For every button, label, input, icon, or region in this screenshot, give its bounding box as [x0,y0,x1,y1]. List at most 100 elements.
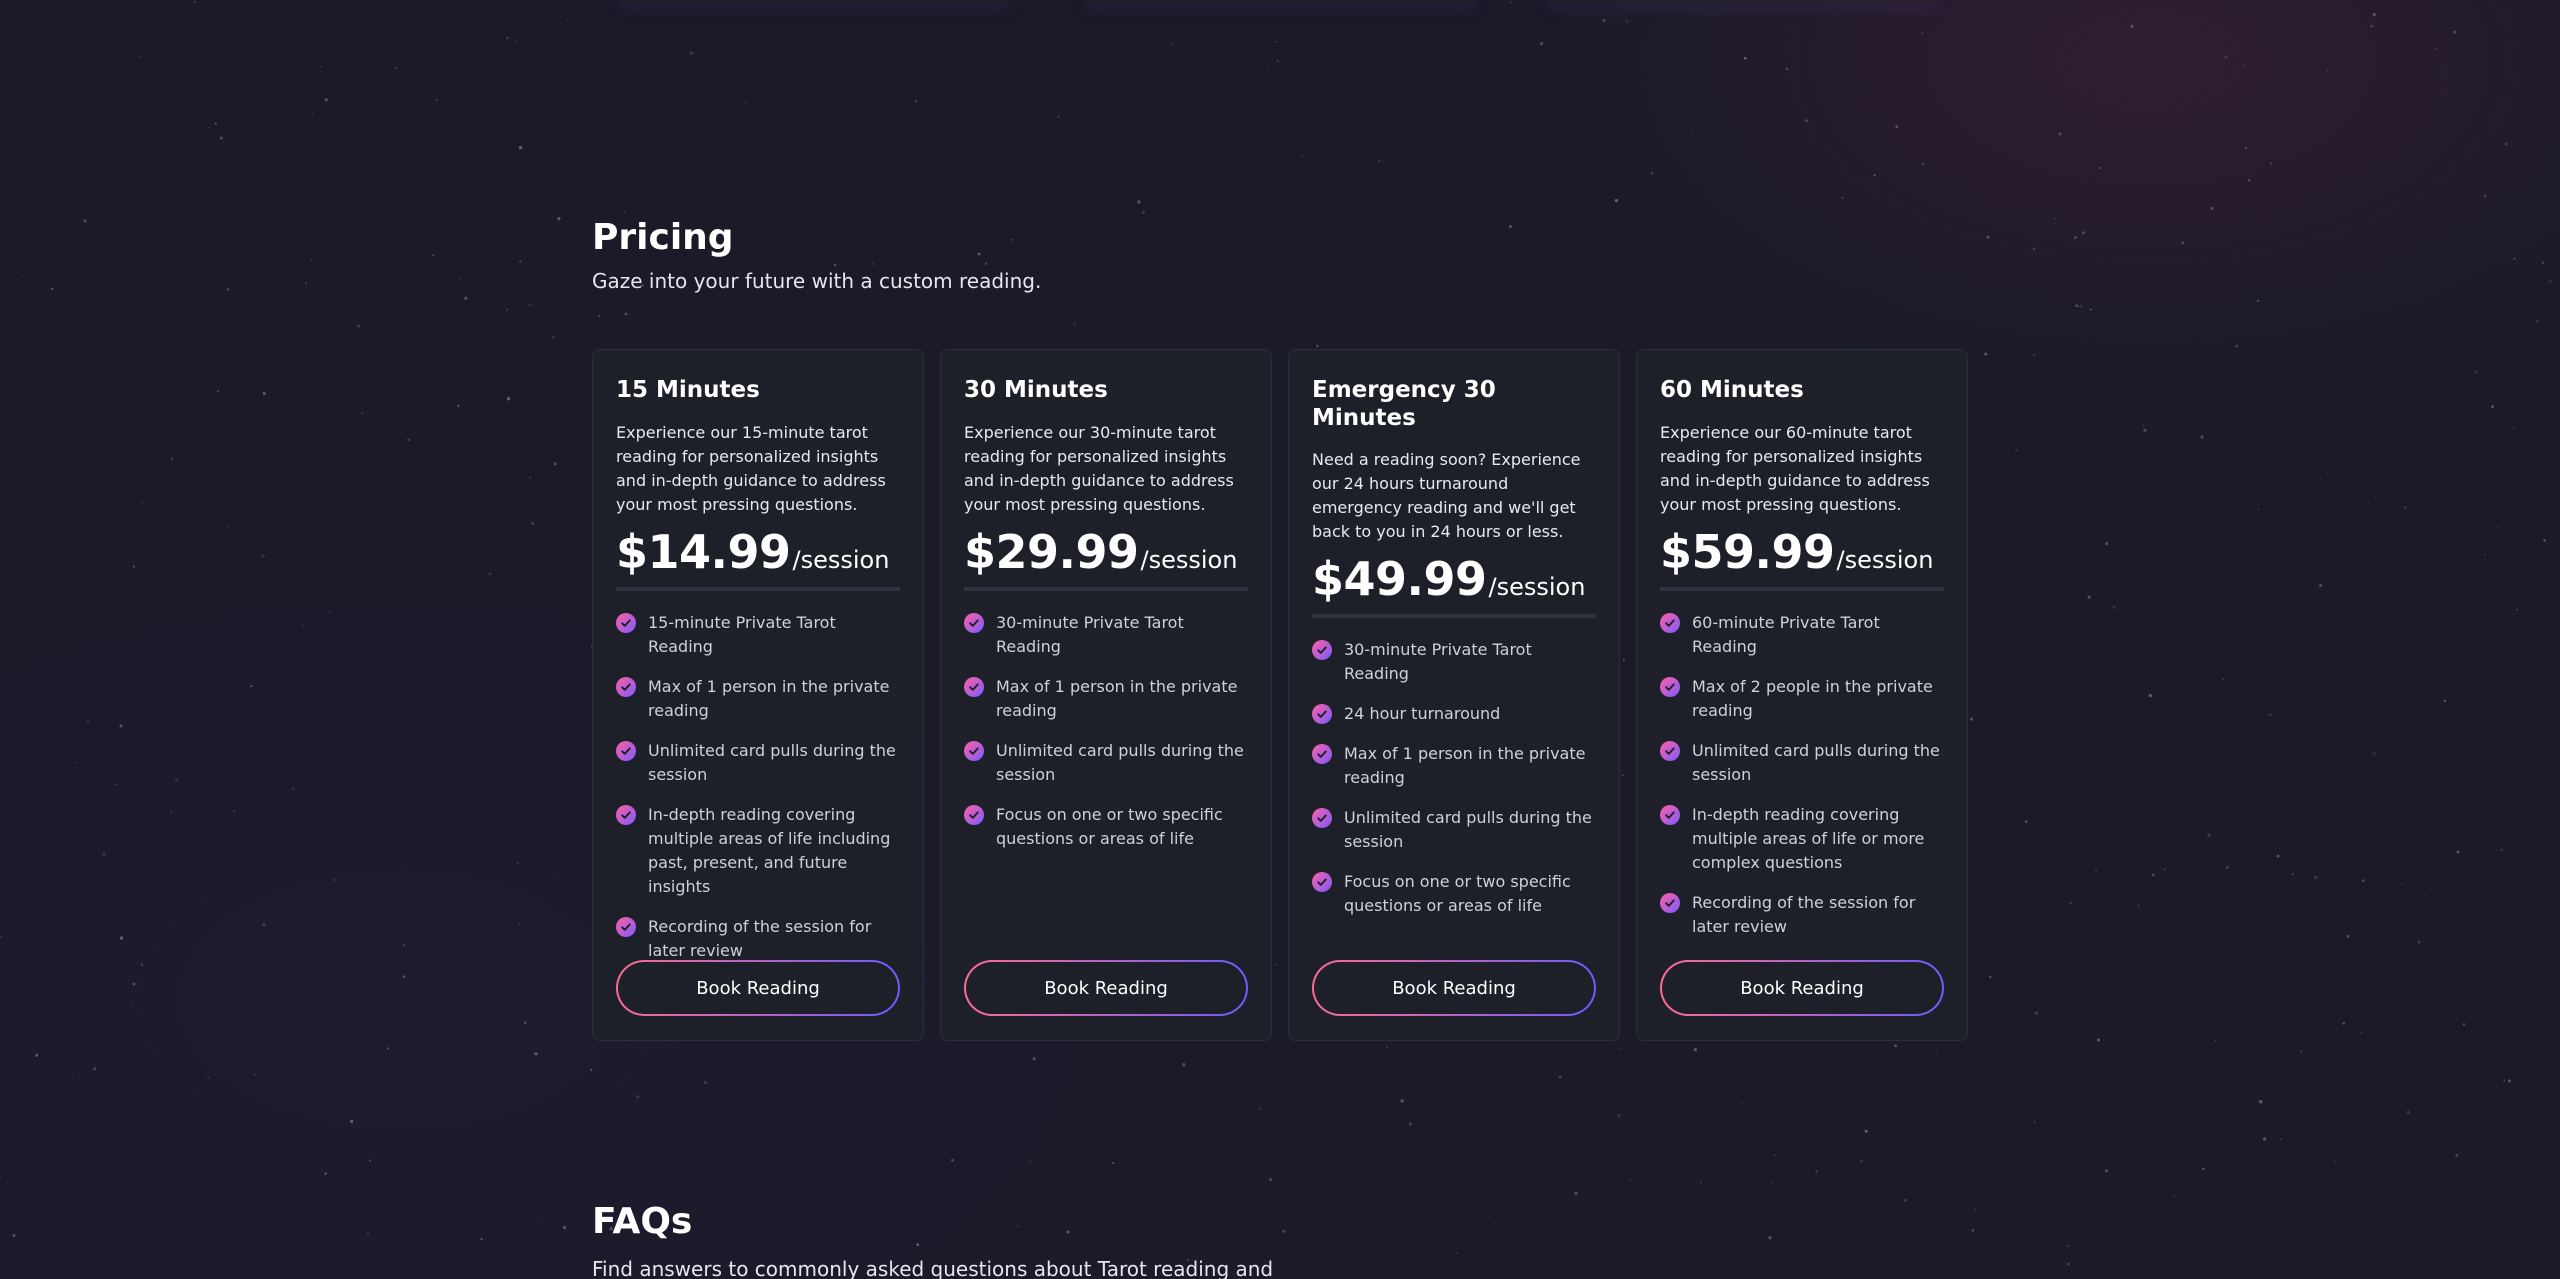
star [93,1067,97,1071]
star [2105,541,2109,546]
star [0,666,1,669]
feature-item: Max of 2 people in the private reading [1660,675,1944,723]
star [2202,1167,2205,1170]
feature-item: In-depth reading covering multiple areas… [1660,803,1944,875]
star [83,219,87,223]
star [2513,257,2516,260]
star [529,476,531,479]
star [1650,172,1653,175]
star [1137,200,1141,204]
star [531,522,534,525]
star [2372,751,2376,756]
check-circle-icon [1312,704,1332,725]
star [2151,853,2153,855]
star [1456,1252,1459,1254]
previous-section-card-edge [620,0,1010,6]
feature-item: Unlimited card pulls during the session [616,739,900,787]
star [1971,1229,1975,1232]
star [2214,1039,2217,1042]
check-circle-icon [616,740,636,761]
star [2291,873,2294,876]
faqs-section: FAQs Find answers to commonly asked ques… [592,1202,1273,1279]
feature-item: Max of 1 person in the private reading [1312,742,1596,790]
star [553,462,557,466]
star [2181,241,2185,245]
star [2226,866,2229,869]
star [2417,940,2421,944]
star [1772,1147,1775,1150]
card-title: 60 Minutes [1660,377,1804,403]
star [407,438,410,442]
feature-list: 60-minute Private Tarot Reading Max of 2 … [1660,611,1944,939]
book-reading-button[interactable]: Book Reading [964,960,1248,1016]
star [464,296,468,300]
star [204,137,207,140]
book-reading-button[interactable]: Book Reading [1660,960,1944,1016]
star [1921,32,1924,35]
star [2505,142,2508,146]
star [552,336,555,339]
star [2235,344,2239,348]
feature-item: 24 hour turnaround [1312,702,1596,726]
star [2314,876,2318,880]
star [2058,132,2062,136]
star [2247,179,2251,182]
card-title: 15 Minutes [616,377,760,403]
star [35,1053,39,1057]
star [2137,903,2141,907]
star [328,610,331,614]
card-description: Need a reading soon? Experience our 24 h… [1312,450,1581,542]
price-row: $29.99/session [964,529,1248,591]
feature-item: Max of 1 person in the private reading [964,675,1248,723]
price-amount: $29.99 [964,524,1139,579]
star [2075,304,2078,307]
star [191,779,194,782]
star [1743,56,1747,60]
book-reading-button[interactable]: Book Reading [1312,960,1596,1016]
star [1548,1208,1550,1211]
check-circle-icon [964,612,984,633]
star [1785,67,1789,71]
star [2,167,5,170]
check-circle-icon [964,804,984,825]
feature-text: Focus on one or two specific questions o… [996,804,1223,848]
star [2207,833,2211,837]
star [2073,235,2078,240]
star [624,312,628,316]
star [51,287,54,291]
star [1989,976,1992,979]
star [2098,166,2101,170]
star [1894,1044,1897,1048]
star [357,324,360,328]
star [345,148,348,151]
star [1614,198,1619,203]
star [2089,308,2092,311]
check-circle-icon [1660,676,1680,697]
star [102,852,106,857]
star [1804,119,1809,123]
star [170,811,173,814]
star [1028,1160,1032,1164]
star [2112,605,2116,609]
check-circle-icon [616,916,636,937]
book-reading-button[interactable]: Book Reading [616,960,900,1016]
star [2088,570,2091,572]
price-row: $14.99/session [616,529,900,591]
star [2032,247,2036,250]
star [2346,934,2350,938]
star [2443,71,2445,73]
star [1509,1,1512,4]
star [324,1172,327,1175]
pricing-section: Pricing Gaze into your future with a cus… [592,218,1041,294]
star [1408,1122,1412,1126]
star [12,1234,16,1237]
star [1841,196,1844,199]
feature-text: Max of 1 person in the private reading [648,676,890,720]
star [305,282,307,285]
star [2081,231,2085,235]
star [119,724,123,728]
star [262,923,266,927]
feature-item: 15-minute Private Tarot Reading [616,611,900,659]
star [1602,18,1606,22]
star [0,1176,2,1179]
